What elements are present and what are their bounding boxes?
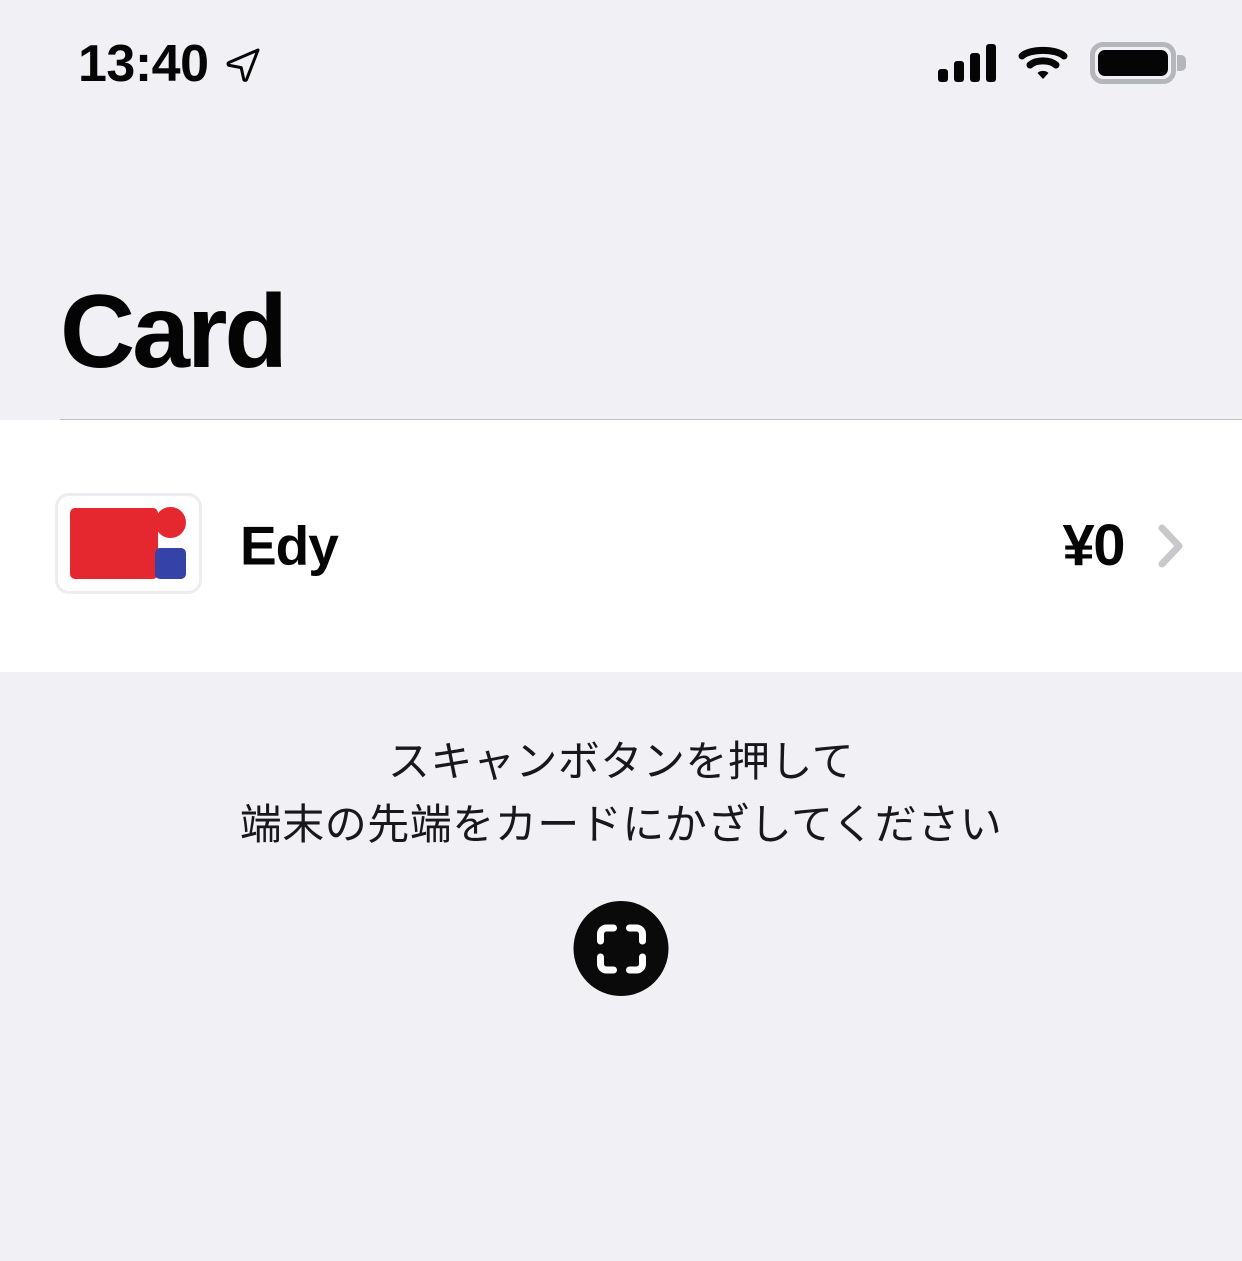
status-bar: 13:40 xyxy=(0,0,1242,128)
status-bar-right xyxy=(938,42,1186,84)
scan-instruction-text: スキャンボタンを押して 端末の先端をカードにかざしてください xyxy=(0,730,1242,856)
navigation-header: Card xyxy=(0,128,1242,421)
status-bar-clock: 13:40 xyxy=(78,35,209,93)
scan-button[interactable] xyxy=(573,901,669,996)
scan-section: スキャンボタンを押して 端末の先端をカードにかざしてください xyxy=(0,672,1242,1261)
chevron-right-icon[interactable] xyxy=(1158,524,1184,568)
scan-instruction-line-1: スキャンボタンを押して xyxy=(387,738,855,785)
wifi-icon xyxy=(1017,44,1069,82)
card-name-label: Edy xyxy=(240,514,339,577)
phone-screen: 13:40 Card Edy ¥0 スキャンボタンを押して 端末の先端をカードに… xyxy=(0,0,1242,1261)
card-balance-label: ¥0 xyxy=(1062,513,1125,578)
page-title: Card xyxy=(60,274,288,390)
location-arrow-icon xyxy=(225,47,261,83)
scan-instruction-line-2: 端末の先端をカードにかざしてください xyxy=(239,801,1003,848)
card-row-edy[interactable]: Edy ¥0 xyxy=(0,420,1242,672)
edy-card-logo-icon xyxy=(55,493,202,594)
battery-icon xyxy=(1090,42,1186,84)
scan-viewfinder-icon xyxy=(596,924,646,974)
cellular-signal-icon xyxy=(938,44,996,82)
card-list: Edy ¥0 xyxy=(0,420,1242,672)
status-bar-left: 13:40 xyxy=(78,38,261,90)
